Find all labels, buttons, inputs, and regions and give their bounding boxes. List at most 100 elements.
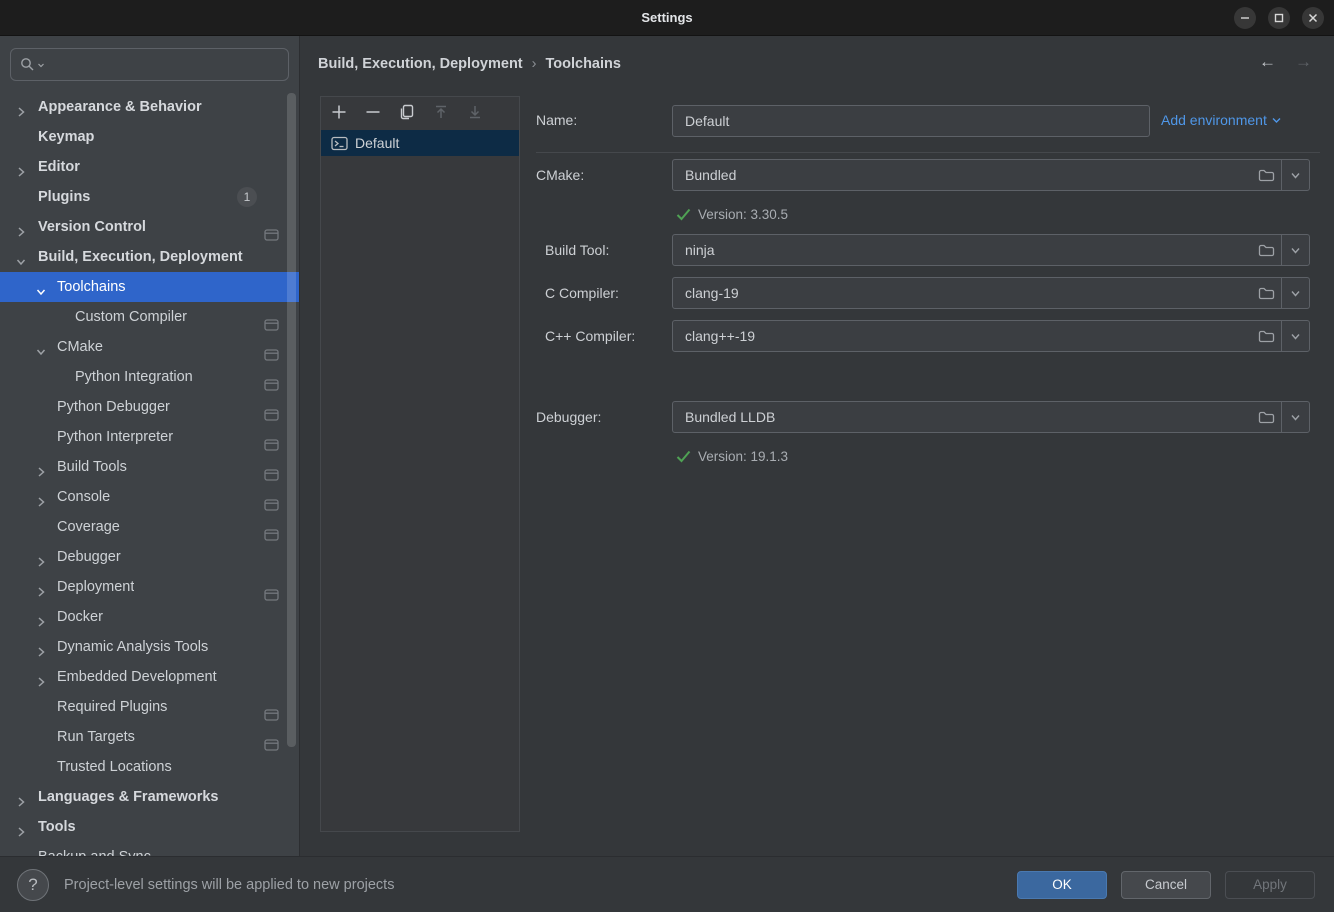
move-up-icon <box>433 104 449 123</box>
dropdown-button[interactable] <box>1282 235 1309 265</box>
check-icon <box>676 208 691 221</box>
folder-icon <box>1258 243 1275 258</box>
dropdown-button[interactable] <box>1282 278 1309 308</box>
debugger-combo[interactable]: Bundled LLDB <box>672 401 1310 433</box>
browse-button[interactable] <box>1251 321 1281 351</box>
sidebar-item-build-execution-deployment[interactable]: Build, Execution, Deployment <box>0 242 300 272</box>
sidebar-scrollbar[interactable] <box>287 93 296 747</box>
dropdown-button[interactable] <box>1282 160 1309 190</box>
breadcrumb-separator: › <box>532 56 537 72</box>
sidebar-item-label: Version Control <box>38 212 146 242</box>
sidebar-item-label: Build Tools <box>57 452 127 482</box>
sidebar-item-embedded-development[interactable]: Embedded Development <box>0 662 300 692</box>
folder-icon <box>1258 329 1275 344</box>
browse-button[interactable] <box>1251 235 1281 265</box>
sidebar-item-label: Python Integration <box>75 362 193 392</box>
maximize-icon <box>1274 13 1284 23</box>
chevron-down-icon <box>1271 115 1282 126</box>
apply-button: Apply <box>1225 871 1315 899</box>
toolchain-toolbar <box>321 97 519 130</box>
sidebar-item-languages-frameworks[interactable]: Languages & Frameworks <box>0 782 300 812</box>
add-toolchain-button[interactable] <box>330 105 347 122</box>
sidebar-item-label: Tools <box>38 812 76 842</box>
c-compiler-value: clang-19 <box>673 285 1251 301</box>
toolchain-list-item[interactable]: Default <box>321 130 519 156</box>
sidebar-item-python-interpreter[interactable]: Python Interpreter <box>0 422 300 452</box>
close-icon <box>1308 13 1318 23</box>
browse-button[interactable] <box>1251 160 1281 190</box>
sidebar-item-python-integration[interactable]: Python Integration <box>0 362 300 392</box>
breadcrumb-item-parent[interactable]: Build, Execution, Deployment <box>318 56 523 72</box>
combo-chevron-icon <box>1289 287 1302 300</box>
add-environment-label: Add environment <box>1161 112 1267 128</box>
dropdown-button[interactable] <box>1282 402 1309 432</box>
check-icon <box>676 450 691 463</box>
sidebar-item-debugger[interactable]: Debugger <box>0 542 300 572</box>
sidebar-item-editor[interactable]: Editor <box>0 152 300 182</box>
sidebar-item-tools[interactable]: Tools <box>0 812 300 842</box>
sidebar-item-custom-compiler[interactable]: Custom Compiler <box>0 302 300 332</box>
sidebar-item-build-tools[interactable]: Build Tools <box>0 452 300 482</box>
dialog-footer: ? Project-level settings will be applied… <box>0 856 1334 912</box>
cmake-combo[interactable]: Bundled <box>672 159 1310 191</box>
sidebar-item-dynamic-analysis-tools[interactable]: Dynamic Analysis Tools <box>0 632 300 662</box>
sidebar-item-trusted-locations[interactable]: Trusted Locations <box>0 752 300 782</box>
dropdown-button[interactable] <box>1282 321 1309 351</box>
help-button[interactable]: ? <box>17 869 49 901</box>
debugger-version-status: Version: 19.1.3 <box>676 449 788 464</box>
forward-arrow-icon: → <box>1295 52 1312 72</box>
sidebar-item-label: Custom Compiler <box>75 302 187 332</box>
sidebar-item-label: CMake <box>57 332 103 362</box>
window-title: Settings <box>641 10 692 25</box>
version-text: Version: 19.1.3 <box>698 449 788 464</box>
name-label: Name: <box>536 112 577 128</box>
search-input[interactable] <box>10 48 289 81</box>
search-icon <box>20 57 35 72</box>
sidebar-item-python-debugger[interactable]: Python Debugger <box>0 392 300 422</box>
minimize-icon <box>1240 13 1250 23</box>
folder-icon <box>1258 168 1275 183</box>
sidebar-item-coverage[interactable]: Coverage <box>0 512 300 542</box>
cpp-compiler-combo[interactable]: clang++-19 <box>672 320 1310 352</box>
sidebar-item-cmake[interactable]: CMake <box>0 332 300 362</box>
sidebar-item-run-targets[interactable]: Run Targets <box>0 722 300 752</box>
back-arrow-icon[interactable]: ← <box>1259 52 1276 72</box>
sidebar-item-label: Keymap <box>38 122 94 152</box>
window-controls <box>1234 7 1324 29</box>
sidebar-item-required-plugins[interactable]: Required Plugins <box>0 692 300 722</box>
build-tool-combo[interactable]: ninja <box>672 234 1310 266</box>
sidebar-item-label: Embedded Development <box>57 662 217 692</box>
move-down-icon <box>467 104 483 123</box>
c-compiler-combo[interactable]: clang-19 <box>672 277 1310 309</box>
combo-chevron-icon <box>1289 411 1302 424</box>
browse-button[interactable] <box>1251 402 1281 432</box>
sidebar-item-keymap[interactable]: Keymap <box>0 122 300 152</box>
minimize-button[interactable] <box>1234 7 1256 29</box>
sidebar-item-appearance-behavior[interactable]: Appearance & Behavior <box>0 92 300 122</box>
ok-button[interactable]: OK <box>1017 871 1107 899</box>
sidebar-item-label: Required Plugins <box>57 692 167 722</box>
sidebar-item-label: Trusted Locations <box>57 752 172 782</box>
close-button[interactable] <box>1302 7 1324 29</box>
cancel-button[interactable]: Cancel <box>1121 871 1211 899</box>
sidebar-item-docker[interactable]: Docker <box>0 602 300 632</box>
sidebar-item-console[interactable]: Console <box>0 482 300 512</box>
add-environment-link[interactable]: Add environment <box>1161 112 1282 128</box>
move-down-toolchain-button <box>466 105 483 122</box>
sidebar-item-deployment[interactable]: Deployment <box>0 572 300 602</box>
copy-toolchain-button[interactable] <box>398 105 415 122</box>
search-options-chevron-icon <box>37 61 45 69</box>
sidebar-item-plugins[interactable]: Plugins1 <box>0 182 300 212</box>
name-field-value: Default <box>673 113 1149 129</box>
sidebar-item-version-control[interactable]: Version Control <box>0 212 300 242</box>
sidebar-item-backup-and-sync[interactable]: Backup and Sync <box>0 842 300 856</box>
maximize-button[interactable] <box>1268 7 1290 29</box>
browse-button[interactable] <box>1251 278 1281 308</box>
remove-toolchain-button[interactable] <box>364 105 381 122</box>
breadcrumb-item-current: Toolchains <box>545 56 620 72</box>
cmake-version-status: Version: 3.30.5 <box>676 207 788 222</box>
name-field[interactable]: Default <box>672 105 1150 137</box>
toolchain-list: Default <box>321 130 519 156</box>
sidebar-item-toolchains[interactable]: Toolchains <box>0 272 300 302</box>
help-icon: ? <box>28 875 37 895</box>
